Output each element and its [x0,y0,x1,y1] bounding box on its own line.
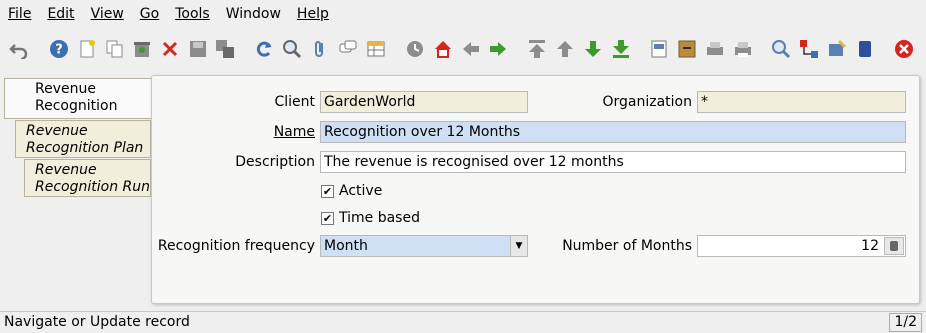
months-value: 12 [861,238,879,254]
menu-window[interactable]: Window [218,0,289,28]
calculator-icon[interactable] [884,237,904,255]
description-label: Description [235,154,315,170]
refresh-icon[interactable] [253,38,275,60]
history-icon[interactable] [404,38,426,60]
print-icon[interactable] [732,38,754,60]
active-checkbox[interactable]: ✔ Active [321,183,382,199]
product-info-icon[interactable] [854,38,876,60]
tab-revenue-recognition-plan[interactable]: Revenue Recognition Plan [15,120,151,158]
time-based-label: Time based [339,210,420,226]
new-record-icon[interactable] [76,38,98,60]
tab-label: Revenue Recognition Run [35,162,150,195]
organization-label: Organization [602,94,692,110]
first-record-icon[interactable] [526,38,548,60]
attachment-icon[interactable] [309,38,331,60]
toolbar: ? [0,33,926,67]
menu-tools[interactable]: Tools [167,0,218,28]
grid-toggle-icon[interactable] [365,38,387,60]
status-message: Navigate or Update record [4,314,190,330]
description-field[interactable]: The revenue is recognised over 12 months [320,151,906,173]
menu-bar: File Edit View Go Tools Window Help [0,0,926,28]
delete-selection-icon[interactable] [159,38,181,60]
exit-icon[interactable] [893,38,915,60]
save-icon[interactable] [187,38,209,60]
chat-icon[interactable] [337,38,359,60]
copy-record-icon[interactable] [104,38,126,60]
tab-label: Revenue Recognition Plan [26,123,144,156]
menu-edit[interactable]: Edit [39,0,82,28]
home-icon[interactable] [432,38,454,60]
menu-view[interactable]: View [83,0,132,28]
save-and-new-icon[interactable] [214,38,236,60]
svg-text:?: ? [55,43,63,58]
number-of-months-field[interactable]: 12 [697,235,906,257]
tab-label: Revenue Recognition [35,81,118,114]
process-icon[interactable] [826,38,848,60]
time-based-checkbox[interactable]: ✔ Time based [321,210,420,226]
tab-revenue-recognition[interactable]: Revenue Recognition [4,78,152,119]
record-count: 1/2 [889,313,922,332]
frequency-value: Month [324,238,368,254]
zoom-across-icon[interactable] [770,38,792,60]
name-label: Name [273,124,315,140]
client-label: Client [274,94,315,110]
next-record-icon[interactable] [582,38,604,60]
menu-help[interactable]: Help [289,0,337,28]
name-field[interactable]: Recognition over 12 Months [320,121,906,143]
checkmark-icon: ✔ [321,211,334,225]
checkmark-icon: ✔ [321,184,334,198]
find-icon[interactable] [281,38,303,60]
menu-go[interactable]: Go [132,0,167,28]
report-icon[interactable] [648,38,670,60]
chevron-down-icon[interactable]: ▼ [510,236,527,256]
status-bar: Navigate or Update record 1/2 [0,311,926,333]
archive-icon[interactable] [676,38,698,60]
delete-icon[interactable] [131,38,153,60]
print-preview-icon[interactable] [704,38,726,60]
forward-icon[interactable] [487,38,509,60]
tab-revenue-recognition-run[interactable]: Revenue Recognition Run [24,159,151,197]
undo-icon[interactable] [8,38,30,60]
client-field[interactable]: GardenWorld [320,91,528,113]
recognition-frequency-label: Recognition frequency [157,238,315,254]
active-label: Active [339,183,383,199]
help-icon[interactable]: ? [48,38,70,60]
back-icon[interactable] [460,38,482,60]
previous-record-icon[interactable] [554,38,576,60]
organization-field[interactable]: * [697,91,906,113]
workflow-icon[interactable] [798,38,820,60]
recognition-frequency-select[interactable]: Month ▼ [320,235,528,257]
number-of-months-label: Number of Months [562,238,692,254]
menu-file[interactable]: File [0,0,39,28]
last-record-icon[interactable] [610,38,632,60]
